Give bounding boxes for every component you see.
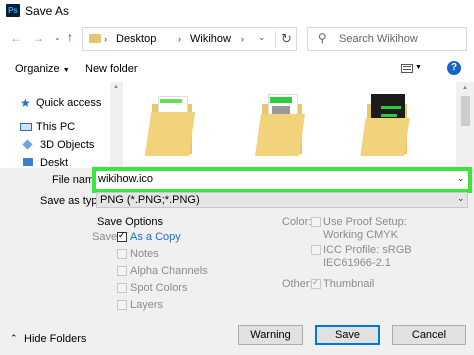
forward-arrow-icon[interactable]: → bbox=[32, 31, 44, 45]
file-list-scrollbar[interactable]: ▲ bbox=[457, 82, 474, 168]
spot-colors-checkbox[interactable] bbox=[117, 283, 127, 293]
search-icon: ⚲ bbox=[318, 31, 327, 45]
hide-folders-button[interactable]: Hide Folders bbox=[24, 333, 86, 345]
breadcrumb-wikihow[interactable]: Wikihow bbox=[190, 33, 231, 45]
save-options-heading: Save Options bbox=[97, 216, 164, 228]
icc-profile-label: ICC Profile: sRGB bbox=[323, 244, 412, 256]
file-name-value: wikihow.ico bbox=[98, 173, 154, 185]
organize-label: Organize bbox=[15, 63, 60, 75]
sidebar-item-desktop[interactable]: Deskt bbox=[40, 157, 68, 168]
back-arrow-icon[interactable]: ← bbox=[10, 31, 22, 45]
save-as-type-dropdown-icon: ⌄ bbox=[457, 193, 465, 203]
breadcrumb-separator-icon: › bbox=[241, 34, 244, 44]
organize-dropdown-icon: ▼ bbox=[62, 67, 70, 74]
use-proof-setup-checkbox[interactable] bbox=[311, 217, 321, 227]
address-bar[interactable]: › Desktop › Wikihow › ⌄ ↻ bbox=[82, 27, 297, 51]
use-proof-setup-profile: Working CMYK bbox=[323, 229, 398, 241]
star-icon: ★ bbox=[20, 96, 31, 110]
as-a-copy-label: As a Copy bbox=[130, 231, 181, 243]
search-placeholder: Search Wikihow bbox=[339, 33, 418, 45]
layers-checkbox[interactable] bbox=[117, 300, 127, 310]
warning-button[interactable]: Warning bbox=[238, 325, 303, 345]
navigation-scrollbar[interactable]: ▲ bbox=[110, 82, 122, 168]
other-label: Other: bbox=[282, 278, 313, 290]
scrollbar-thumb[interactable] bbox=[461, 96, 470, 126]
folder-icon bbox=[89, 34, 101, 43]
cancel-button[interactable]: Cancel bbox=[392, 325, 466, 345]
alpha-channels-checkbox[interactable] bbox=[117, 266, 127, 276]
file-thumbnail[interactable] bbox=[144, 92, 198, 158]
view-dropdown-icon[interactable]: ▼ bbox=[415, 64, 422, 71]
file-thumbnail[interactable] bbox=[255, 92, 308, 158]
icc-profile-checkbox[interactable] bbox=[311, 245, 321, 255]
title-bar bbox=[0, 0, 474, 22]
save-as-type-select[interactable]: PNG (*.PNG;*.PNG) ⌄ bbox=[96, 192, 468, 208]
breadcrumb-separator-icon: › bbox=[178, 34, 181, 44]
up-arrow-icon[interactable]: ↑ bbox=[67, 30, 73, 44]
checkmark-icon: ✓ bbox=[312, 277, 320, 287]
help-icon[interactable]: ? bbox=[447, 61, 461, 75]
new-folder-button[interactable]: New folder bbox=[85, 63, 138, 75]
checkmark-icon: ✓ bbox=[118, 230, 126, 240]
save-as-type-value: PNG (*.PNG;*.PNG) bbox=[100, 194, 200, 206]
color-label: Color: bbox=[282, 216, 312, 228]
spot-colors-label: Spot Colors bbox=[130, 282, 188, 294]
organize-button[interactable]: Organize ▼ bbox=[15, 63, 70, 75]
scroll-up-icon[interactable]: ▲ bbox=[113, 84, 119, 90]
view-options-icon[interactable] bbox=[401, 64, 413, 73]
hide-folders-chevron-icon[interactable]: ⌃ bbox=[10, 333, 18, 344]
scroll-up-icon[interactable]: ▲ bbox=[462, 85, 468, 91]
refresh-icon[interactable]: ↻ bbox=[275, 31, 292, 48]
alpha-channels-label: Alpha Channels bbox=[130, 265, 208, 277]
file-name-dropdown-icon[interactable]: ⌄ bbox=[457, 173, 465, 184]
computer-icon bbox=[20, 123, 32, 131]
window-title: Save As bbox=[25, 4, 70, 18]
search-input[interactable]: ⚲ Search Wikihow bbox=[307, 27, 467, 51]
sidebar-item-this-pc[interactable]: This PC bbox=[36, 121, 75, 133]
thumbnail-checkbox[interactable]: ✓ bbox=[311, 277, 321, 289]
save-button[interactable]: Save bbox=[315, 325, 380, 345]
layers-label: Layers bbox=[130, 299, 164, 311]
file-thumbnail[interactable] bbox=[360, 92, 413, 158]
photoshop-icon: Ps bbox=[6, 4, 20, 17]
notes-label: Notes bbox=[130, 248, 159, 260]
thumbnail-label: Thumbnail bbox=[323, 278, 375, 290]
save-label: Save: bbox=[92, 231, 121, 243]
recent-locations-chevron-icon[interactable]: ⌄ bbox=[54, 33, 61, 42]
sidebar-item-quick-access[interactable]: Quick access bbox=[36, 97, 101, 109]
file-list bbox=[123, 82, 456, 168]
breadcrumb-separator-icon: › bbox=[104, 34, 107, 44]
icc-profile-name: IEC61966-2.1 bbox=[323, 257, 391, 269]
as-a-copy-checkbox[interactable]: ✓ bbox=[117, 230, 127, 242]
desktop-icon bbox=[23, 158, 33, 166]
sidebar-item-3d-objects[interactable]: 3D Objects bbox=[40, 139, 94, 151]
breadcrumb-desktop[interactable]: Desktop bbox=[116, 33, 156, 45]
address-dropdown-icon[interactable]: ⌄ bbox=[258, 32, 266, 43]
notes-checkbox[interactable] bbox=[117, 249, 127, 259]
use-proof-setup-label: Use Proof Setup: bbox=[323, 216, 407, 228]
